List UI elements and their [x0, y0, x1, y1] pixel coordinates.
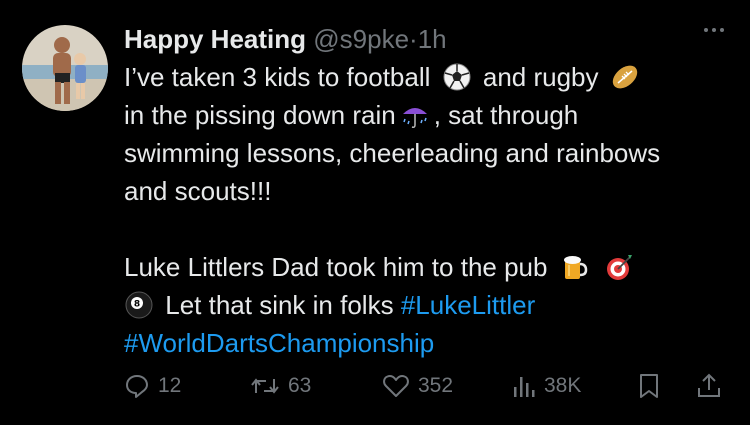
share-button[interactable]	[696, 372, 722, 400]
text-line: 8 Let that sink in folks #LukeLittler	[124, 286, 734, 324]
hashtag-link[interactable]: #LukeLittler	[401, 290, 535, 320]
text-line: #WorldDartsChampionship	[124, 324, 734, 362]
bookmark-icon	[640, 374, 658, 398]
handle[interactable]: @s9pke	[313, 24, 409, 54]
views-button[interactable]: 38K	[512, 373, 581, 399]
like-count: 352	[418, 374, 454, 397]
bookmark-button[interactable]	[638, 372, 660, 400]
text-segment: Luke Littlers Dad took him to the pub	[124, 252, 548, 282]
tweet-header: Happy Heating @s9pke·1h	[124, 23, 447, 55]
text-line: in the pissing down rain , sat through	[124, 96, 734, 134]
more-options-icon[interactable]	[704, 28, 724, 32]
views-icon	[514, 377, 535, 397]
svg-text:8: 8	[134, 300, 140, 310]
pool-8-ball-icon: 8	[124, 290, 154, 320]
dart-target-icon	[604, 252, 634, 282]
reply-button[interactable]: 12	[124, 373, 181, 399]
text-segment: in the pissing down rain	[124, 100, 396, 130]
reply-icon	[126, 375, 148, 398]
timestamp[interactable]: 1h	[418, 24, 447, 54]
umbrella-rain-icon	[400, 100, 430, 130]
tweet[interactable]: Happy Heating @s9pke·1h I’ve taken 3 kid…	[0, 0, 750, 425]
repost-button[interactable]: 63	[250, 373, 311, 399]
text-line: Luke Littlers Dad took him to the pub	[124, 248, 734, 286]
text-line: and scouts!!!	[124, 176, 272, 206]
tweet-text: I’ve taken 3 kids to football and rugby …	[124, 58, 734, 362]
separator: ·	[409, 24, 418, 54]
repost-icon	[251, 378, 279, 394]
rugby-ball-icon	[610, 62, 640, 92]
hashtag-link[interactable]: #WorldDartsChampionship	[124, 328, 434, 358]
share-icon	[698, 373, 720, 397]
beer-mug-icon	[559, 252, 589, 282]
display-name[interactable]: Happy Heating	[124, 24, 306, 54]
reply-count: 12	[158, 374, 182, 397]
like-button[interactable]: 352	[382, 373, 453, 399]
text-segment: I’ve taken 3 kids to football	[124, 62, 431, 92]
text-segment: and rugby	[482, 62, 599, 92]
text-line: I’ve taken 3 kids to football and rugby	[124, 58, 734, 96]
repost-count: 63	[288, 374, 312, 397]
text-segment: Let that sink in folks	[165, 290, 394, 320]
avatar[interactable]	[22, 25, 108, 111]
action-bar: 12 63 352 38K	[124, 366, 728, 406]
soccer-ball-icon	[442, 62, 472, 92]
text-line: swimming lessons, cheerleading and rainb…	[124, 138, 661, 168]
views-count: 38K	[544, 374, 582, 397]
heart-icon	[383, 375, 409, 397]
text-segment: , sat through	[433, 100, 579, 130]
